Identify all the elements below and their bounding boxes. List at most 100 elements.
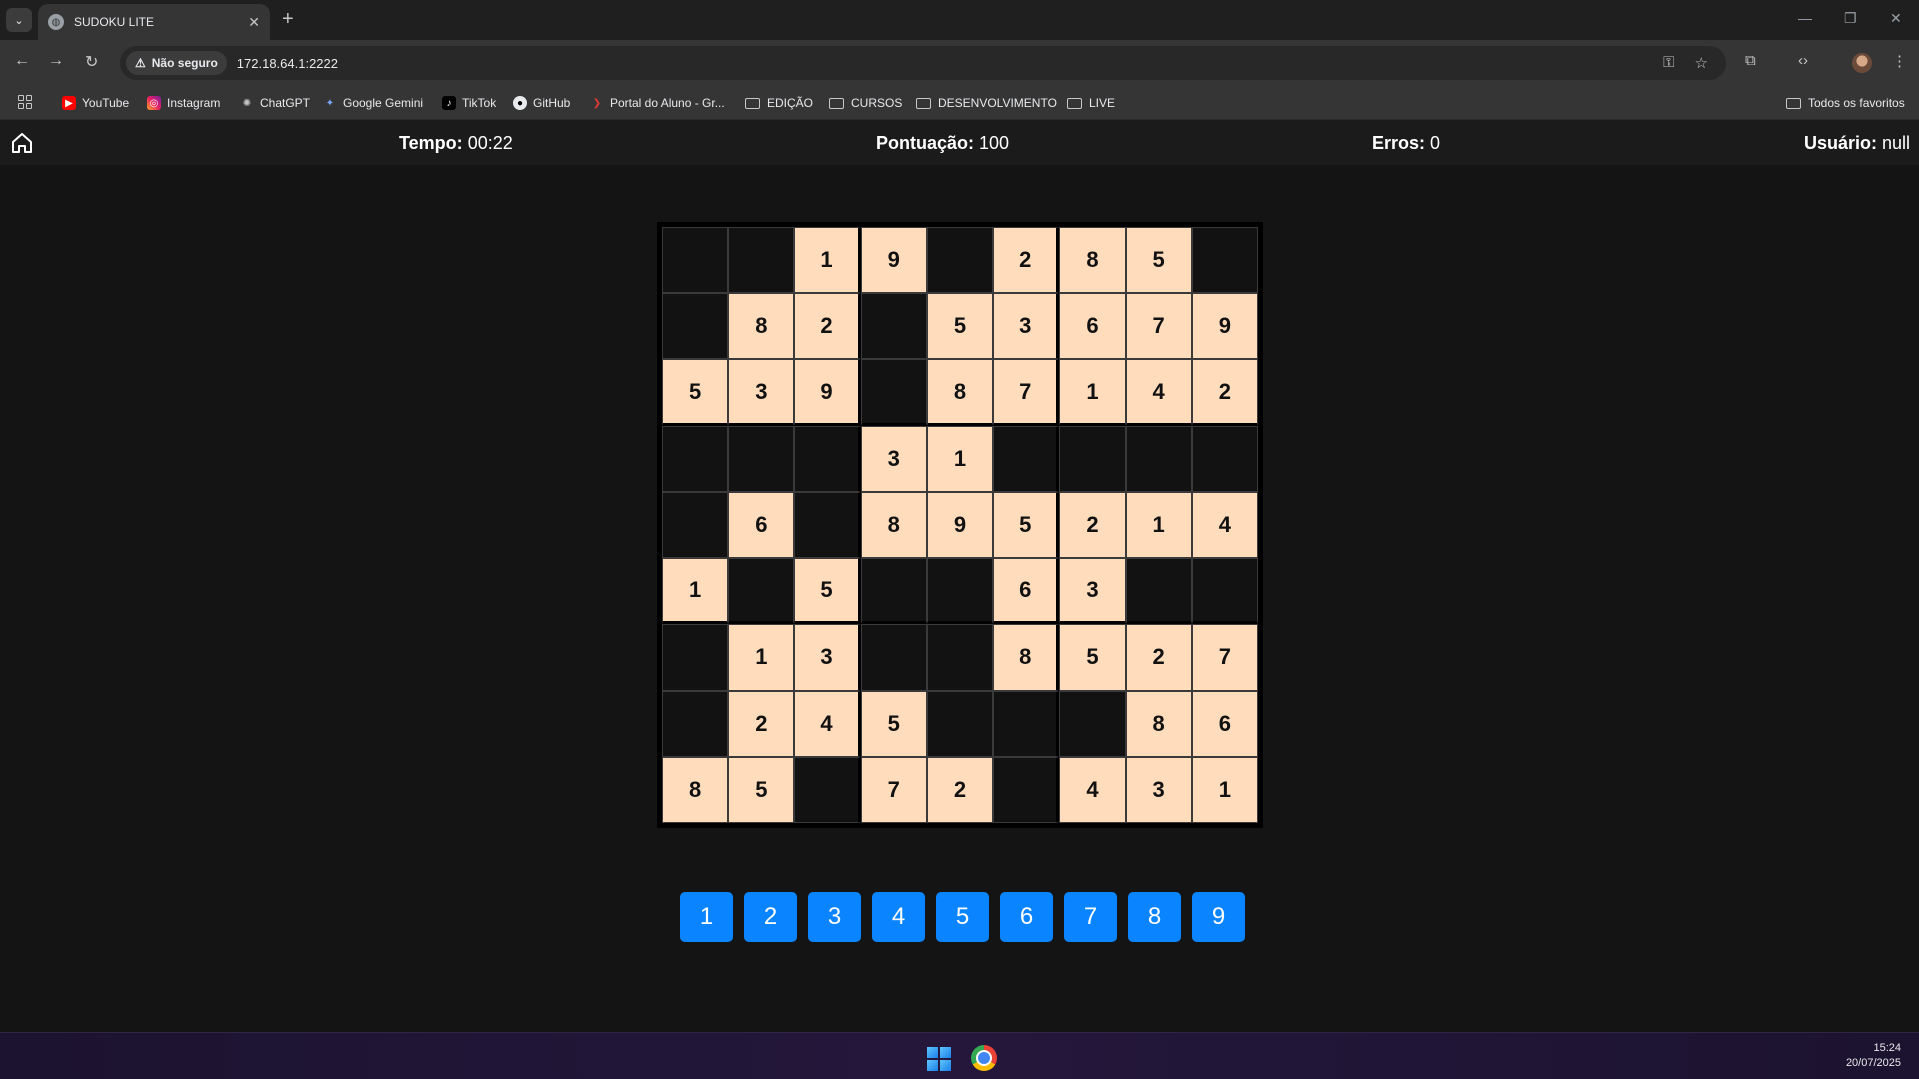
sudoku-cell[interactable]: 4 xyxy=(1191,491,1258,559)
number-button-3[interactable]: 3 xyxy=(808,892,861,942)
number-button-5[interactable]: 5 xyxy=(936,892,989,942)
sudoku-cell[interactable] xyxy=(728,425,795,492)
new-tab-button[interactable]: + xyxy=(282,8,294,31)
sudoku-cell[interactable] xyxy=(728,227,795,294)
number-button-4[interactable]: 4 xyxy=(872,892,925,942)
sudoku-cell[interactable] xyxy=(993,690,1060,757)
sudoku-cell[interactable]: 5 xyxy=(794,558,861,625)
sudoku-cell[interactable]: 5 xyxy=(728,756,795,823)
close-icon[interactable]: ✕ xyxy=(248,14,260,31)
extensions-icon[interactable]: ⧉ xyxy=(1745,52,1756,69)
reload-icon[interactable]: ↻ xyxy=(85,52,98,72)
sudoku-cell[interactable]: 1 xyxy=(728,624,795,691)
sudoku-cell[interactable] xyxy=(926,624,994,691)
back-icon[interactable]: ← xyxy=(14,52,30,70)
sudoku-cell[interactable]: 6 xyxy=(728,491,795,559)
url-text[interactable]: 172.18.64.1:2222 xyxy=(237,56,338,71)
sudoku-cell[interactable] xyxy=(1059,690,1126,757)
sudoku-cell[interactable] xyxy=(662,425,729,492)
windows-start-icon[interactable] xyxy=(927,1047,951,1071)
sudoku-cell[interactable]: 3 xyxy=(794,624,861,691)
sudoku-cell[interactable] xyxy=(860,359,927,426)
sudoku-cell[interactable]: 5 xyxy=(1125,227,1192,294)
sudoku-cell[interactable] xyxy=(860,558,927,625)
sudoku-cell[interactable]: 6 xyxy=(1059,293,1126,360)
number-button-1[interactable]: 1 xyxy=(680,892,733,942)
bookmark-gemini[interactable]: ✦ Google Gemini xyxy=(323,86,423,120)
sudoku-cell[interactable]: 3 xyxy=(1059,558,1126,625)
restore-icon[interactable]: ❐ xyxy=(1844,10,1857,27)
sudoku-cell[interactable] xyxy=(860,624,927,691)
devtools-icon[interactable]: ‹› xyxy=(1798,52,1808,69)
sudoku-cell[interactable] xyxy=(728,558,795,625)
sudoku-cell[interactable] xyxy=(993,425,1060,492)
menu-icon[interactable]: ⋮ xyxy=(1892,52,1907,70)
sudoku-cell[interactable]: 8 xyxy=(728,293,795,360)
tab-search-button[interactable]: ⌄ xyxy=(6,8,32,32)
sudoku-cell[interactable]: 8 xyxy=(1125,690,1192,757)
bookmark-github[interactable]: ● GitHub xyxy=(513,86,570,120)
sudoku-cell[interactable]: 8 xyxy=(662,756,729,823)
sudoku-cell[interactable] xyxy=(794,756,861,823)
sudoku-cell[interactable]: 1 xyxy=(1059,359,1126,426)
star-icon[interactable]: ☆ xyxy=(1695,54,1708,72)
bookmark-chatgpt[interactable]: ✺ ChatGPT xyxy=(240,86,310,120)
security-chip[interactable]: ⚠ Não seguro xyxy=(126,51,227,75)
sudoku-cell[interactable]: 4 xyxy=(1059,756,1126,823)
sudoku-cell[interactable]: 4 xyxy=(1125,359,1192,426)
browser-tab[interactable]: ◍ SUDOKU LITE ✕ xyxy=(38,4,270,40)
sudoku-cell[interactable]: 3 xyxy=(993,293,1060,360)
sudoku-cell[interactable]: 9 xyxy=(860,227,927,294)
sudoku-cell[interactable]: 2 xyxy=(728,690,795,757)
bookmark-instagram[interactable]: ◎ Instagram xyxy=(147,86,220,120)
bookmark-folder-desenvolvimento[interactable]: DESENVOLVIMENTO xyxy=(916,86,1057,120)
sudoku-cell[interactable]: 5 xyxy=(926,293,994,360)
number-button-7[interactable]: 7 xyxy=(1064,892,1117,942)
sudoku-cell[interactable]: 1 xyxy=(1125,491,1192,559)
bookmark-youtube[interactable]: ▶ YouTube xyxy=(62,86,129,120)
sudoku-cell[interactable]: 6 xyxy=(1191,690,1258,757)
sudoku-cell[interactable]: 9 xyxy=(1191,293,1258,360)
close-window-icon[interactable]: ✕ xyxy=(1890,10,1902,27)
apps-icon[interactable] xyxy=(18,95,32,109)
sudoku-cell[interactable] xyxy=(662,227,729,294)
sudoku-cell[interactable] xyxy=(662,690,729,757)
all-bookmarks[interactable]: Todos os favoritos xyxy=(1786,86,1905,120)
bookmark-folder-edicao[interactable]: EDIÇÃO xyxy=(745,86,813,120)
sudoku-cell[interactable]: 2 xyxy=(794,293,861,360)
profile-avatar[interactable] xyxy=(1852,53,1872,73)
sudoku-cell[interactable] xyxy=(1125,558,1192,625)
sudoku-cell[interactable]: 2 xyxy=(1125,624,1192,691)
bookmark-tiktok[interactable]: ♪ TikTok xyxy=(442,86,496,120)
sudoku-cell[interactable]: 2 xyxy=(993,227,1060,294)
sudoku-cell[interactable] xyxy=(926,558,994,625)
sudoku-cell[interactable] xyxy=(1059,425,1126,492)
sudoku-cell[interactable] xyxy=(794,491,861,559)
system-clock[interactable]: 15:24 20/07/2025 xyxy=(1846,1041,1901,1071)
bookmark-folder-cursos[interactable]: CURSOS xyxy=(829,86,902,120)
sudoku-cell[interactable]: 8 xyxy=(1059,227,1126,294)
home-icon[interactable] xyxy=(10,131,34,155)
sudoku-cell[interactable] xyxy=(662,491,729,559)
sudoku-cell[interactable] xyxy=(1125,425,1192,492)
sudoku-cell[interactable]: 1 xyxy=(926,425,994,492)
sudoku-cell[interactable]: 7 xyxy=(1125,293,1192,360)
sudoku-cell[interactable] xyxy=(1191,425,1258,492)
number-button-9[interactable]: 9 xyxy=(1192,892,1245,942)
sudoku-cell[interactable] xyxy=(662,293,729,360)
sudoku-cell[interactable]: 8 xyxy=(993,624,1060,691)
sudoku-cell[interactable]: 5 xyxy=(860,690,927,757)
sudoku-cell[interactable]: 4 xyxy=(794,690,861,757)
sudoku-cell[interactable] xyxy=(993,756,1060,823)
sudoku-cell[interactable] xyxy=(662,624,729,691)
sudoku-cell[interactable]: 6 xyxy=(993,558,1060,625)
sudoku-cell[interactable]: 1 xyxy=(1191,756,1258,823)
sudoku-cell[interactable] xyxy=(926,690,994,757)
sudoku-cell[interactable]: 5 xyxy=(662,359,729,426)
sudoku-cell[interactable] xyxy=(1191,227,1258,294)
number-button-8[interactable]: 8 xyxy=(1128,892,1181,942)
sudoku-cell[interactable] xyxy=(926,227,994,294)
sudoku-cell[interactable]: 7 xyxy=(860,756,927,823)
sudoku-cell[interactable]: 2 xyxy=(1191,359,1258,426)
sudoku-cell[interactable] xyxy=(860,293,927,360)
